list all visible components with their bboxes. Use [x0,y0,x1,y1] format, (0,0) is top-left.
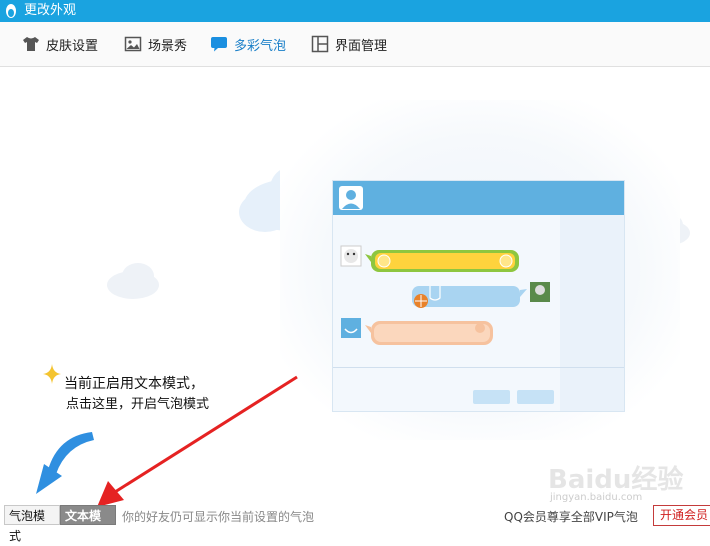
toolbar: 皮肤设置 场景秀 多彩气泡 界面管理 [0,22,710,67]
tab-label: 多彩气泡 [234,38,287,54]
tab-interface-management[interactable]: 界面管理 [311,22,387,66]
window-title: 更改外观 [24,3,77,18]
chat-bubble-icon [211,37,227,52]
sparkle-icon [43,364,61,384]
tab-label: 场景秀 [148,38,188,54]
svg-text:Baidu经验: Baidu经验 [548,464,683,495]
chat-header [333,181,624,215]
watermark-url: jingyan.baidu.com [550,492,643,503]
preview-button [517,390,554,404]
hint-current-mode: 当前正启用文本模式， [64,376,204,392]
tab-skin-settings[interactable]: 皮肤设置 [22,22,98,66]
title-bar: 更改外观 [0,0,710,22]
tab-label: 皮肤设置 [46,38,99,54]
avatar [339,186,363,210]
chat-window-preview [332,180,625,412]
open-vip-button[interactable]: 开通会员 [653,505,710,526]
input-divider [333,367,624,368]
chat-side-panel [560,215,624,411]
vip-promo-text: QQ会员尊享全部VIP气泡 [504,510,638,524]
layout-icon [311,35,329,53]
user-icon [342,190,360,209]
qq-penguin-icon [6,4,16,18]
tab-scene-show[interactable]: 场景秀 [124,22,187,66]
friend-display-tip: 你的好友仍可显示你当前设置的气泡 [122,510,315,524]
tab-colorful-bubbles[interactable]: 多彩气泡 [210,22,286,66]
hint-instruction: 点击这里，开启气泡模式 [66,397,210,412]
picture-icon [124,36,142,52]
bubble-mode-button[interactable]: 气泡模式 [4,505,60,543]
tab-label: 界面管理 [335,38,388,54]
text-mode-button[interactable]: 文本模式 [60,505,116,543]
preview-button [473,390,510,404]
shirt-icon [23,37,39,51]
